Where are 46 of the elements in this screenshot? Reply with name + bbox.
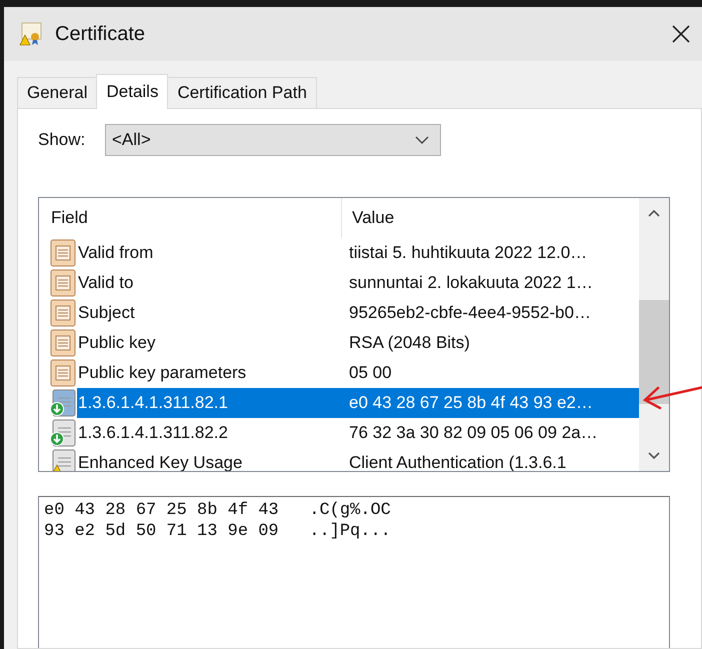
scrollbar[interactable] bbox=[639, 198, 669, 471]
document-icon bbox=[49, 329, 77, 357]
document-icon bbox=[49, 239, 77, 267]
field-name: 1.3.6.1.4.1.311.82.1 bbox=[77, 393, 229, 413]
scrollbar-thumb[interactable] bbox=[639, 300, 669, 404]
document-icon bbox=[49, 359, 77, 387]
tab[interactable]: Certification Path bbox=[167, 77, 317, 108]
hex-line: 93 e2 5d 50 71 13 9e 09 ..]Pq... bbox=[44, 521, 392, 542]
column-header[interactable]: Value bbox=[342, 208, 394, 228]
tab[interactable]: Details bbox=[96, 74, 168, 109]
field-value: 76 32 3a 30 82 09 05 06 09 2a… bbox=[349, 423, 598, 443]
field-name: Public key parameters bbox=[77, 363, 248, 383]
field-name: 1.3.6.1.4.1.311.82.2 bbox=[77, 423, 229, 443]
hex-line: e0 43 28 67 25 8b 4f 43 .C(g%.OC bbox=[44, 500, 392, 521]
show-dropdown[interactable]: <All> bbox=[105, 124, 441, 156]
field-value: RSA (2048 Bits) bbox=[349, 333, 470, 353]
field-name: Public key bbox=[77, 333, 156, 353]
list-row[interactable]: 1.3.6.1.4.1.311.82.1 e0 43 28 67 25 8b 4f 43 93 e2… bbox=[77, 388, 639, 418]
chevron-up-icon[interactable] bbox=[647, 208, 661, 218]
document-icon bbox=[49, 299, 77, 327]
list-row[interactable]: Subject 95265eb2-cbfe-4ee4-9552-b0… bbox=[77, 298, 639, 328]
column-header[interactable]: Field bbox=[39, 198, 342, 238]
list-row[interactable]: Valid to sunnuntai 2. lokakuuta 2022 1… bbox=[77, 268, 639, 298]
list-row[interactable]: Public key parameters 05 00 bbox=[77, 358, 639, 388]
chevron-down-icon bbox=[414, 135, 430, 145]
field-value: tiistai 5. huhtikuuta 2022 12.0… bbox=[349, 243, 588, 263]
certificate-icon bbox=[19, 22, 43, 46]
list-row[interactable]: Public key RSA (2048 Bits) bbox=[77, 328, 639, 358]
show-label: Show: bbox=[38, 130, 86, 150]
download-document-icon bbox=[49, 389, 77, 417]
field-value: 95265eb2-cbfe-4ee4-9552-b0… bbox=[349, 303, 591, 323]
field-name: Subject bbox=[77, 303, 136, 323]
field-value: sunnuntai 2. lokakuuta 2022 1… bbox=[349, 273, 593, 293]
document-icon bbox=[49, 269, 77, 297]
detail-text-area[interactable]: e0 43 28 67 25 8b 4f 43 .C(g%.OC 93 e2 5d 50 71 13 9e 09 ..]Pq... bbox=[38, 496, 670, 648]
field-name: Valid to bbox=[77, 273, 134, 293]
field-name: Valid from bbox=[77, 243, 154, 263]
window-title: Certificate bbox=[55, 22, 146, 46]
list-row[interactable]: 1.3.6.1.4.1.311.82.2 76 32 3a 30 82 09 05 06 09 2a… bbox=[77, 418, 639, 448]
field-value: 05 00 bbox=[349, 363, 392, 383]
field-value: e0 43 28 67 25 8b 4f 43 93 e2… bbox=[349, 393, 593, 413]
tab[interactable]: General bbox=[17, 77, 98, 108]
list-row[interactable]: Valid from tiistai 5. huhtikuuta 2022 12.0… bbox=[77, 238, 639, 268]
download-document-icon bbox=[49, 419, 77, 447]
close-icon[interactable] bbox=[672, 25, 690, 43]
chevron-down-icon[interactable] bbox=[647, 451, 661, 461]
